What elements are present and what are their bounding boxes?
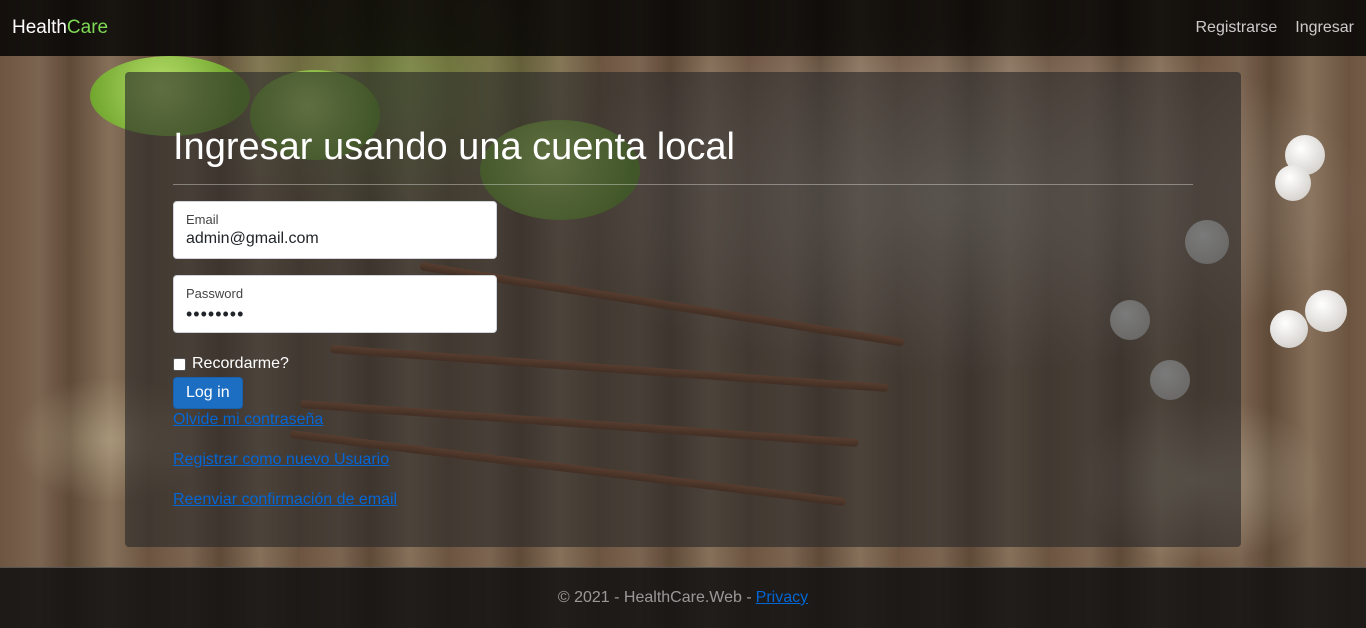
email-input[interactable] [186,230,484,248]
nav-register-link[interactable]: Registrarse [1195,19,1277,37]
pill-decoration [1305,290,1347,332]
password-field[interactable]: Password •••••••• [173,275,497,333]
brand-prefix: Health [12,17,67,38]
top-navbar: HealthCare Registrarse Ingresar [0,0,1366,56]
brand-accent: Care [66,17,109,38]
remember-me-checkbox[interactable] [173,357,186,371]
login-button[interactable]: Log in [173,377,243,409]
nav-links: Registrarse Ingresar [1195,19,1354,37]
page-title: Ingresar usando una cuenta local [173,124,1193,185]
email-label: Email [186,212,219,227]
password-label: Password [186,286,244,301]
page-footer: © 2021 - HealthCare.Web - Privacy [0,567,1366,628]
email-field[interactable]: Email [173,201,497,259]
register-new-user-link[interactable]: Registrar como nuevo Usuario [173,449,1193,471]
nav-login-link[interactable]: Ingresar [1295,19,1354,37]
forgot-password-link[interactable]: Olvide mi contraseña [173,409,1193,431]
remember-me-row: Recordarme? [173,355,1193,373]
pill-decoration [1275,165,1311,201]
brand-logo-link[interactable]: HealthCare [12,17,108,39]
login-panel: Ingresar usando una cuenta local Email P… [125,72,1241,547]
remember-me-label: Recordarme? [192,355,289,372]
resend-email-confirmation-link[interactable]: Reenviar confirmación de email [173,489,1193,511]
account-links: Olvide mi contraseña Registrar como nuev… [173,409,1193,511]
footer-copyright: © 2021 - HealthCare.Web - [557,589,752,606]
password-input[interactable]: •••••••• [186,304,484,325]
privacy-link[interactable]: Privacy [756,589,808,607]
pill-decoration [1270,310,1308,348]
